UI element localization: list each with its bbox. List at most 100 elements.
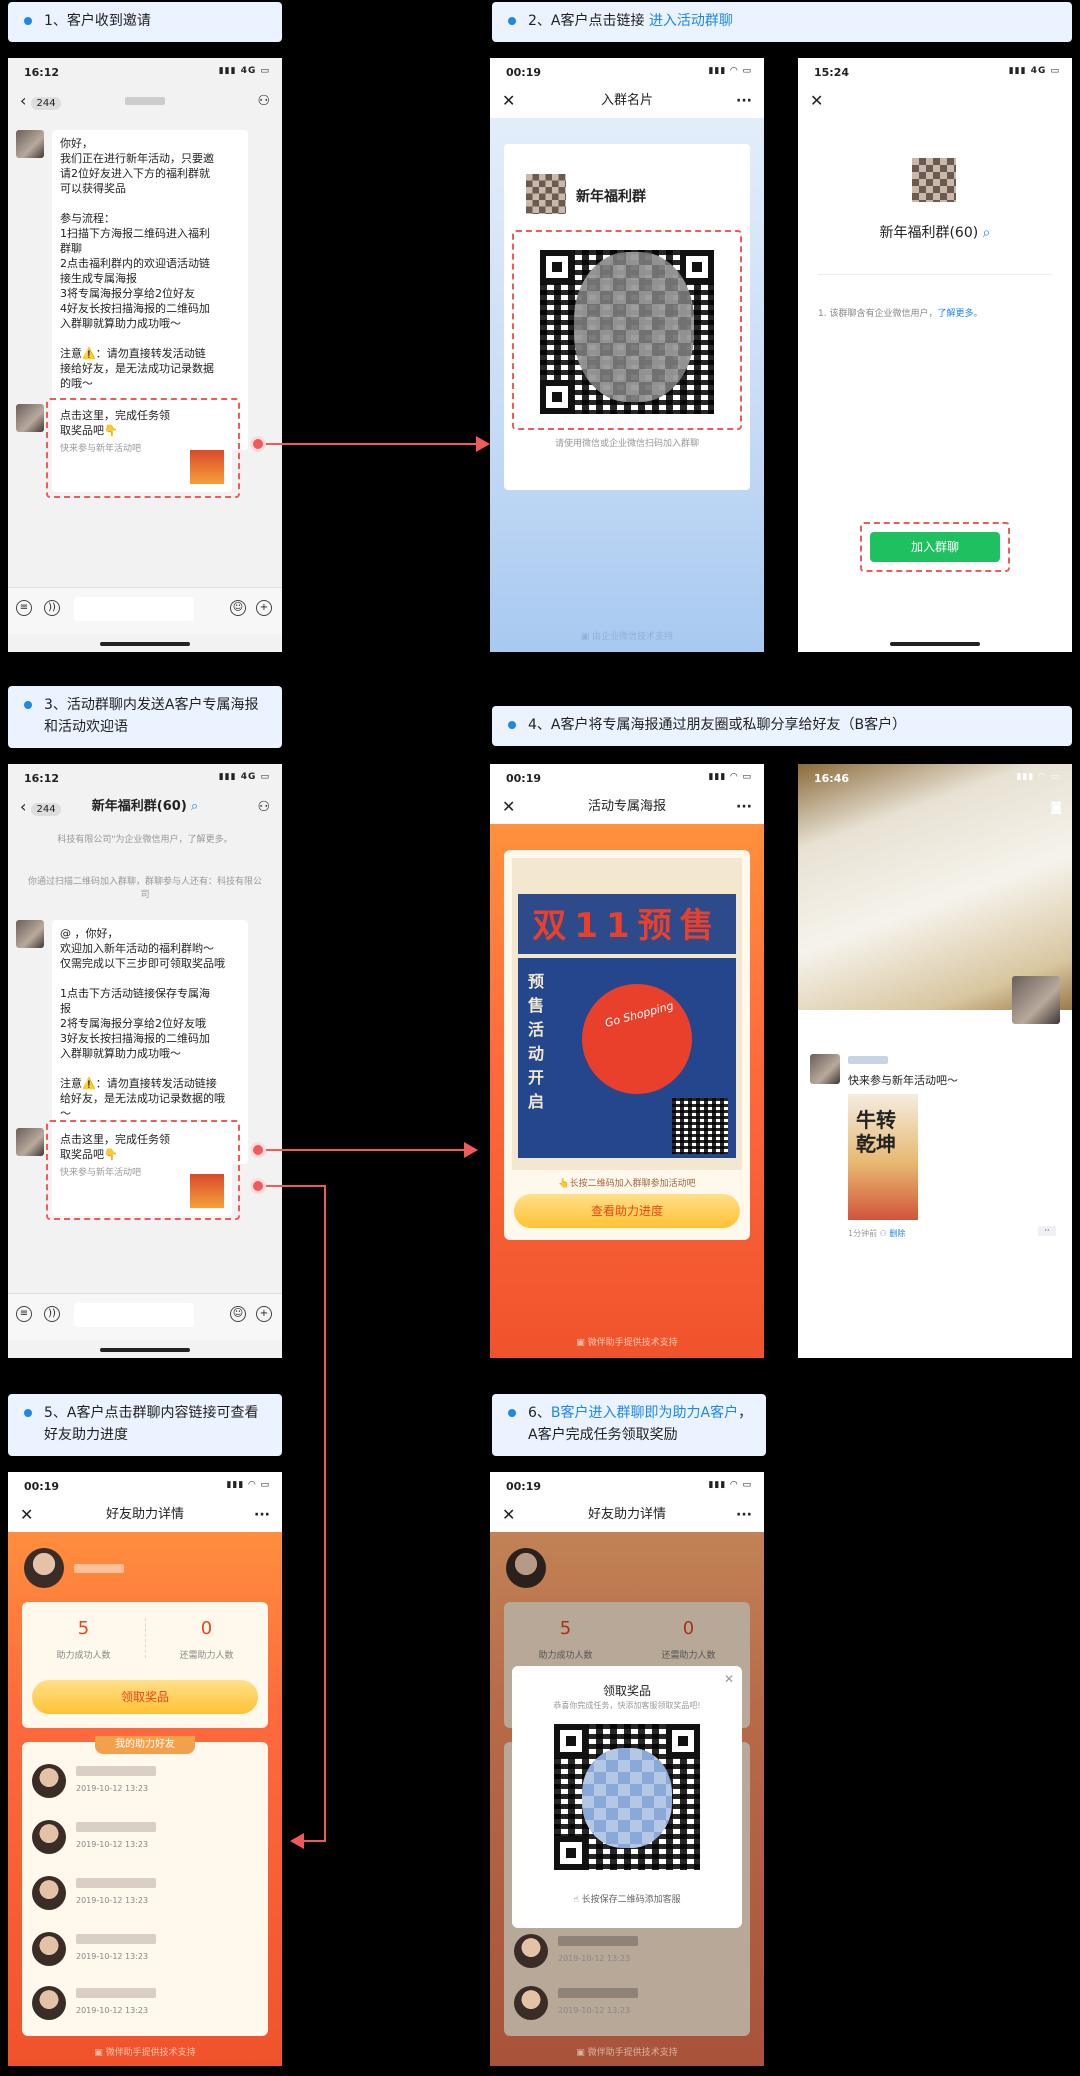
back-button[interactable]: ‹ 244 [20,84,61,121]
speaker-icon[interactable]: )) [44,600,60,616]
learn-more-link[interactable]: 了解更多。 [937,309,982,319]
profile-icon[interactable]: ⚇ [257,84,270,118]
helper-item: 2019-10-12 13:23 [32,1758,232,1804]
bullet-icon [24,1409,32,1417]
nav-bar: ✕ 好友助力详情 ··· [8,1498,282,1532]
step-4-label: 4、A客户将专属海报通过朋友圈或私聊分享给好友（B客户） [492,706,1072,746]
post-author-blurred [848,1056,888,1064]
status-bar: 15:24 ▮▮▮ 4G ▭ [814,66,1060,79]
modal-title: 领取奖品 [602,1684,651,1698]
chat-input-bar: ≡ )) ☺ + [8,1293,282,1340]
page-title: 好友助力详情 [587,1507,666,1522]
helper-item: 2019-10-12 13:23 [514,1928,714,1974]
helper-item: 2019-10-12 13:23 [32,1980,232,2026]
arrow-left-icon [290,1833,304,1849]
status-bar: 00:19 ▮▮▮ ◠ ▭ [490,1472,764,1498]
more-icon[interactable]: ··· [254,1498,270,1532]
success-count: 5 [77,1618,90,1639]
more-icon[interactable]: ··· [736,84,752,118]
step-5-label: 5、A客户点击群聊内容链接可查看好友助力进度 [8,1394,282,1456]
phone-poster: 00:19 ▮▮▮ ◠ ▭ ✕ 活动专属海报 ··· 双11预售 Go Shopp… [490,764,764,1358]
post-text: 快来参与新年活动吧～ [848,1074,958,1087]
voice-icon[interactable]: ≡ [16,600,32,616]
phone-group-chat: 16:12 ▮▮▮ 4G ▭ ‹ 244 新年福利群(60) ⌕ ⚇ 科技有限公司… [8,764,282,1358]
close-icon[interactable]: ✕ [502,790,515,824]
poster-card: 双11预售 Go Shopping 预售活动开启 👆长按二维码加入群聊参加活动吧… [504,850,750,1240]
success-label: 助力成功人数 [538,1651,593,1661]
footer-text: ▣ 由企业微信技术支持 [580,632,674,642]
step-2-label: 2、A客户点击链接 进入活动群聊 [492,2,1072,42]
remaining-label: 还需助力人数 [179,1651,234,1661]
status-bar: 00:19 ▮▮▮ ◠ ▭ [490,764,764,790]
voice-icon[interactable]: ≡ [16,1306,32,1322]
connector-dot [250,1142,266,1158]
close-icon[interactable]: ✕ [502,1498,515,1532]
status-bar: 00:19 ▮▮▮ ◠ ▭ [8,1472,282,1498]
step-6-label: 6、B客户进入群聊即为助力A客户，A客户完成任务领取奖励 [492,1394,766,1456]
phone-moments: 16:46 ▮▮▮ ◠ ▭ ◙ 快来参与新年活动吧～ 牛转乾坤 1分钟前 ⚇ 删除… [798,764,1072,1358]
poster-caption: 牛转乾坤 [856,1108,896,1156]
phone-helper-detail: 00:19 ▮▮▮ ◠ ▭ ✕ 好友助力详情 ··· 5 助力成功人数 0 还需助… [8,1472,282,2066]
close-icon[interactable]: ✕ [810,84,823,118]
user-name-blurred [74,1564,124,1573]
enterprise-notice: 1. 该群聊含有企业微信用户，了解更多。 [818,309,983,319]
remaining-count: 0 [682,1618,695,1639]
phone-join-group: 15:24 ▮▮▮ 4G ▭ ✕ 新年福利群(60) ⌕ 1. 该群聊含有企业微信… [798,58,1072,652]
modal-hint: ☝ 长按保存二维码添加客服 [573,1895,681,1905]
poster-hint: 👆长按二维码加入群聊参加活动吧 [558,1179,696,1189]
more-icon[interactable]: ··· [736,1498,752,1532]
camera-icon[interactable]: ◙ [1050,800,1062,814]
connector-line [266,1185,326,1187]
service-qr-code [554,1724,700,1870]
footer-text: ▣ 微伴助手提供技术支持 [94,2048,196,2058]
close-icon[interactable]: ✕ [20,1498,33,1532]
poster-sun [582,984,692,1094]
profile-icon[interactable]: ⚇ [257,790,270,824]
speaker-icon[interactable]: )) [44,1306,60,1322]
page-title: 好友助力详情 [105,1507,184,1522]
message-input[interactable] [74,597,194,621]
scan-hint: 请使用微信或企业微信扫码加入群聊 [554,439,699,449]
step-3-label: 3、活动群聊内发送A客户专属海报和活动欢迎语 [8,686,282,748]
step-1-label: 1、客户收到邀请 [8,2,282,42]
avatar [16,404,44,432]
bullet-icon [24,17,32,25]
emoji-icon[interactable]: ☺ [230,600,246,616]
helper-item: 2019-10-12 13:23 [514,1980,714,2026]
highlight-frame [46,398,240,498]
message-input[interactable] [74,1303,194,1327]
poster-side-text: 预售活动开启 [528,972,545,1111]
more-icon[interactable]: ··· [736,790,752,824]
success-label: 助力成功人数 [56,1651,111,1661]
helper-item: 2019-10-12 13:23 [32,1870,232,1916]
plus-icon[interactable]: + [256,1306,272,1322]
poster-qr-code [672,1098,728,1154]
back-button[interactable]: ‹ 244 [20,790,61,827]
nav-bar: ✕ 活动专属海报 ··· [490,790,764,824]
phone-prize-modal: 00:19 ▮▮▮ ◠ ▭ ✕ 好友助力详情 ··· 5 助力成功人数 0 还需助… [490,1472,764,2066]
claim-prize-button[interactable]: 领取奖品 [32,1680,258,1714]
plus-icon[interactable]: + [256,600,272,616]
group-name: 新年福利群(60) ⌕ [879,225,991,241]
avatar [16,130,44,158]
group-avatar [526,174,566,214]
bullet-icon [508,721,516,729]
view-progress-button[interactable]: 查看助力进度 [514,1194,740,1228]
remaining-label: 还需助力人数 [661,1651,716,1661]
nav-bar: ✕ [798,84,1072,118]
phone-chat-invite: 16:12 ▮▮▮ 4G ▭ ‹ 244 ⚇ 你好， 我们正在进行新年活动，只要邀请… [8,58,282,652]
comment-button[interactable]: ·· [1038,1226,1056,1236]
highlight-frame [860,522,1010,572]
emoji-icon[interactable]: ☺ [230,1306,246,1322]
close-icon[interactable]: ✕ [502,84,515,118]
remaining-count: 0 [200,1618,213,1639]
helper-item: 2019-10-12 13:23 [32,1814,232,1860]
bullet-icon [24,701,32,709]
user-avatar [24,1548,64,1588]
chat-nav: ‹ 244 ⚇ [8,84,282,118]
post-poster-image: 牛转乾坤 [848,1094,918,1220]
user-avatar [506,1548,546,1588]
helper-list: 我的助力好友 2019-10-12 13:23 2019-10-12 13:23… [22,1736,268,2036]
nav-bar: ✕ 好友助力详情 ··· [490,1498,764,1532]
home-indicator [100,1348,190,1352]
